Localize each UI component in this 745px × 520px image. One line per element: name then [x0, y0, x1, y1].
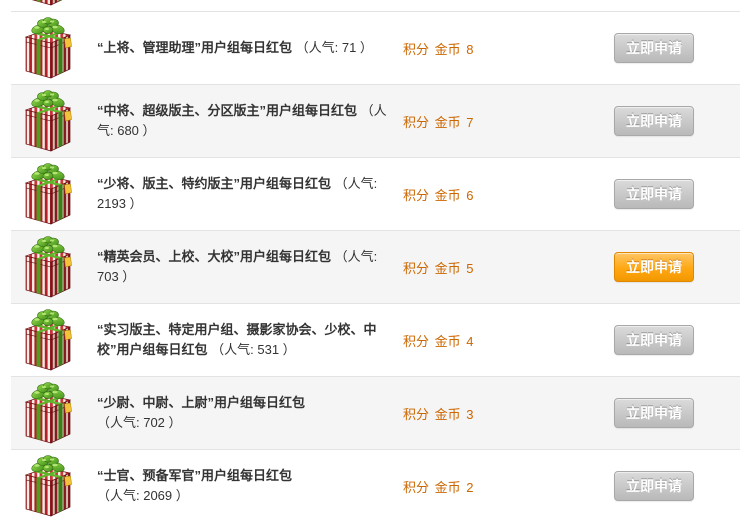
packet-title-cell: “精英会员、上校、大校”用户组每日红包 （人气: 703 ）	[97, 231, 387, 303]
packet-description: “上将、管理助理”用户组每日红包 （人气: 71 ）	[97, 38, 387, 58]
list-item: “少尉、中尉、上尉”用户组每日红包 （人气: 702 ） 积分 金币 3 立即申…	[11, 377, 740, 450]
gift-box-icon	[24, 0, 72, 6]
packet-title: “精英会员、上校、大校”用户组每日红包	[97, 249, 332, 264]
list-item: “精英会员、上校、大校”用户组每日红包 （人气: 703 ） 积分 金币 5 立…	[11, 231, 740, 304]
list-item: “上将、管理助理”用户组每日红包 （人气: 71 ） 积分 金币 8 立即申请	[11, 12, 740, 85]
reward-amount: 2	[466, 479, 474, 495]
reward-info: 积分 金币 2	[403, 450, 474, 520]
packet-description: “少将、版主、特约版主”用户组每日红包 （人气: 2193 ）	[97, 174, 387, 214]
reward-text: 积分 金币 6	[403, 185, 474, 204]
gift-box-icon	[24, 90, 72, 152]
reward-currency: 金币	[434, 41, 461, 57]
red-packet-list: “上将、管理助理”用户组每日红包 （人气: 71 ） 积分 金币 8 立即申请 …	[11, 0, 740, 520]
packet-title-cell: “少尉、中尉、上尉”用户组每日红包 （人气: 702 ）	[97, 377, 387, 449]
reward-info: 积分 金币 4	[403, 304, 474, 376]
reward-currency: 金币	[434, 406, 461, 422]
reward-amount: 8	[466, 41, 474, 57]
apply-button[interactable]: 立即申请	[614, 252, 694, 282]
gift-box-icon	[24, 455, 72, 517]
reward-amount: 4	[466, 333, 474, 349]
reward-text: 积分 金币 4	[403, 331, 474, 350]
popularity-count: （人气: 2069 ）	[97, 488, 189, 503]
reward-amount: 5	[466, 260, 474, 276]
reward-text: 积分 金币 2	[403, 477, 474, 496]
packet-description: “少尉、中尉、上尉”用户组每日红包 （人气: 702 ）	[97, 393, 387, 433]
reward-currency: 金币	[434, 187, 461, 203]
packet-description: “精英会员、上校、大校”用户组每日红包 （人气: 703 ）	[97, 247, 387, 287]
reward-currency: 金币	[434, 333, 461, 349]
list-item: “士官、预备军官”用户组每日红包 （人气: 2069 ） 积分 金币 2 立即申…	[11, 450, 740, 520]
list-item: “少将、版主、特约版主”用户组每日红包 （人气: 2193 ） 积分 金币 6 …	[11, 158, 740, 231]
packet-title: “少将、版主、特约版主”用户组每日红包	[97, 176, 332, 191]
reward-currency: 金币	[434, 260, 461, 276]
packet-description: “中将、超级版主、分区版主”用户组每日红包 （人气: 680 ）	[97, 101, 387, 141]
gift-box-icon	[24, 382, 72, 444]
list-item: “中将、超级版主、分区版主”用户组每日红包 （人气: 680 ） 积分 金币 7…	[11, 85, 740, 158]
gift-box-icon	[24, 309, 72, 371]
packet-title: “中将、超级版主、分区版主”用户组每日红包	[97, 103, 358, 118]
reward-currency: 金币	[434, 479, 461, 495]
packet-title: “少尉、中尉、上尉”用户组每日红包	[97, 395, 306, 410]
reward-info: 积分 金币 7	[403, 85, 474, 157]
apply-button[interactable]: 立即申请	[614, 325, 694, 355]
gift-box-icon	[24, 163, 72, 225]
packet-title: “上将、管理助理”用户组每日红包	[97, 40, 293, 55]
gift-box-icon	[24, 17, 72, 79]
apply-button[interactable]: 立即申请	[614, 471, 694, 501]
packet-title-cell: “中将、超级版主、分区版主”用户组每日红包 （人气: 680 ）	[97, 85, 387, 157]
packet-title: “士官、预备军官”用户组每日红包	[97, 468, 293, 483]
gift-box-icon	[24, 236, 72, 298]
apply-button[interactable]: 立即申请	[614, 398, 694, 428]
reward-type: 积分	[403, 114, 430, 130]
reward-amount: 3	[466, 406, 474, 422]
reward-text: 积分 金币 3	[403, 404, 474, 423]
packet-description: “士官、预备军官”用户组每日红包 （人气: 2069 ）	[97, 466, 387, 506]
reward-type: 积分	[403, 260, 430, 276]
reward-currency: 金币	[434, 114, 461, 130]
reward-text: 积分 金币 7	[403, 112, 474, 131]
popularity-count: （人气: 531 ）	[211, 342, 296, 357]
reward-text: 积分 金币 8	[403, 39, 474, 58]
reward-info: 积分 金币 3	[403, 377, 474, 449]
apply-button[interactable]: 立即申请	[614, 33, 694, 63]
packet-description: “实习版主、特定用户组、摄影家协会、少校、中校”用户组每日红包 （人气: 531…	[97, 320, 387, 360]
apply-button[interactable]: 立即申请	[614, 106, 694, 136]
reward-info: 积分 金币 8	[403, 12, 474, 84]
reward-type: 积分	[403, 479, 430, 495]
reward-type: 积分	[403, 406, 430, 422]
reward-info: 积分 金币 5	[403, 231, 474, 303]
reward-type: 积分	[403, 187, 430, 203]
popularity-count: （人气: 702 ）	[97, 415, 182, 430]
packet-title-cell: “士官、预备军官”用户组每日红包 （人气: 2069 ）	[97, 450, 387, 520]
reward-info: 积分 金币 6	[403, 158, 474, 230]
packet-title-cell: “实习版主、特定用户组、摄影家协会、少校、中校”用户组每日红包 （人气: 531…	[97, 304, 387, 376]
reward-type: 积分	[403, 333, 430, 349]
reward-type: 积分	[403, 41, 430, 57]
packet-title-cell: “上将、管理助理”用户组每日红包 （人气: 71 ）	[97, 12, 387, 84]
packet-title-cell: “少将、版主、特约版主”用户组每日红包 （人气: 2193 ）	[97, 158, 387, 230]
apply-button[interactable]: 立即申请	[614, 179, 694, 209]
reward-amount: 7	[466, 114, 474, 130]
list-item: “实习版主、特定用户组、摄影家协会、少校、中校”用户组每日红包 （人气: 531…	[11, 304, 740, 377]
list-item-partial	[11, 0, 740, 12]
popularity-count: （人气: 71 ）	[295, 40, 373, 55]
reward-amount: 6	[466, 187, 474, 203]
reward-text: 积分 金币 5	[403, 258, 474, 277]
